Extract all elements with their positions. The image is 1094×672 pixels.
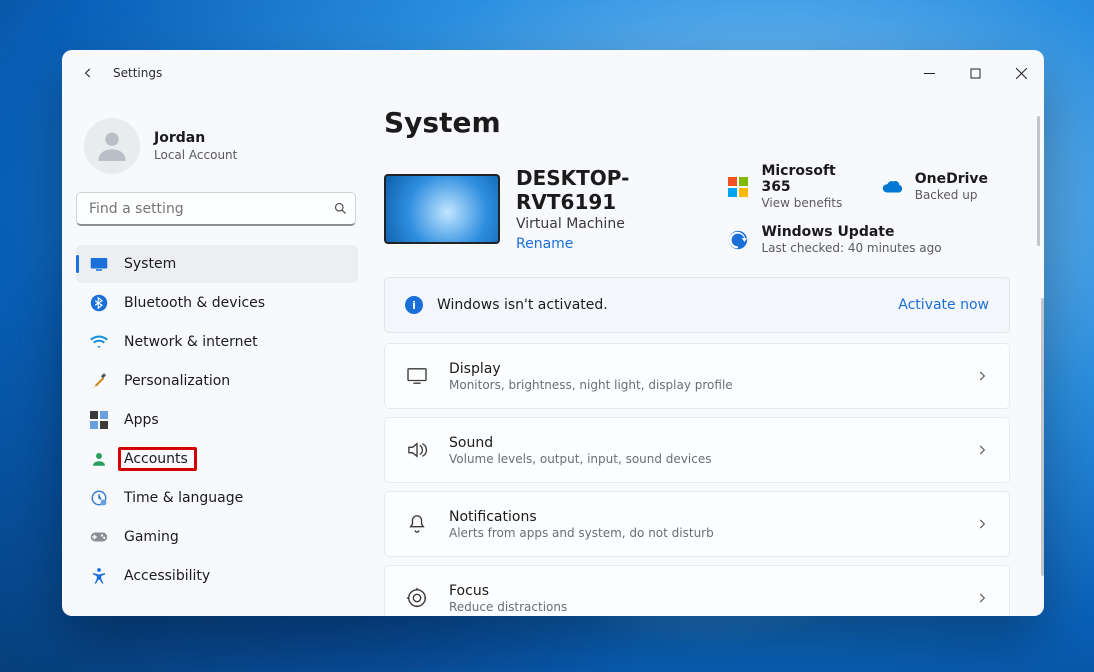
sidebar-item-network-internet[interactable]: Network & internet: [76, 323, 358, 361]
gamepad-icon: [90, 528, 108, 546]
tile-onedrive[interactable]: OneDrive Backed up: [881, 163, 1010, 210]
tile-windows-update[interactable]: Windows Update Last checked: 40 minutes …: [727, 224, 1010, 255]
sidebar-item-apps[interactable]: Apps: [76, 401, 358, 439]
search-input[interactable]: [76, 192, 356, 226]
microsoft365-icon: [727, 176, 749, 198]
onedrive-icon: [881, 176, 903, 198]
tile-subtitle: Last checked: 40 minutes ago: [761, 241, 941, 255]
sidebar-item-accounts[interactable]: Accounts: [76, 440, 358, 478]
rename-link[interactable]: Rename: [516, 236, 711, 252]
sidebar-item-time-language[interactable]: Time & language: [76, 479, 358, 517]
back-button[interactable]: [80, 65, 96, 81]
device-name: DESKTOP-RVT6191: [516, 166, 711, 214]
sidebar-item-label: Bluetooth & devices: [124, 295, 265, 311]
main-panel: System DESKTOP-RVT6191 Virtual Machine R…: [370, 96, 1044, 616]
wifi-icon: [90, 333, 108, 351]
card-title: Notifications: [449, 509, 714, 525]
card-title: Focus: [449, 583, 567, 599]
sidebar-item-label: Gaming: [124, 529, 179, 545]
tile-title: OneDrive: [915, 171, 988, 187]
sidebar-item-accessibility[interactable]: Accessibility: [76, 557, 358, 595]
tile-subtitle: Backed up: [915, 188, 988, 202]
windows-update-icon: [727, 229, 749, 251]
sound-icon: [405, 438, 429, 462]
user-row[interactable]: Jordan Local Account: [76, 110, 370, 192]
user-subtitle: Local Account: [154, 148, 237, 162]
brush-icon: [90, 372, 108, 390]
main-scrollbar[interactable]: [1037, 116, 1040, 246]
tile-subtitle: View benefits: [761, 196, 856, 210]
tile-microsoft365[interactable]: Microsoft 365 View benefits: [727, 163, 856, 210]
avatar: [84, 118, 140, 174]
monitor-icon: [90, 255, 108, 273]
bell-icon: [405, 512, 429, 536]
titlebar: Settings: [62, 50, 1044, 96]
chevron-right-icon: [975, 369, 989, 383]
card-title: Display: [449, 361, 733, 377]
user-name: Jordan: [154, 130, 237, 146]
sidebar-item-bluetooth-devices[interactable]: Bluetooth & devices: [76, 284, 358, 322]
activation-banner: i Windows isn't activated. Activate now: [384, 277, 1010, 333]
chevron-right-icon: [975, 517, 989, 531]
device-type: Virtual Machine: [516, 216, 711, 232]
window-controls: [906, 56, 1044, 90]
sidebar-item-label: Accounts: [124, 451, 188, 467]
card-notifications[interactable]: Notifications Alerts from apps and syste…: [384, 491, 1010, 557]
minimize-button[interactable]: [906, 56, 952, 90]
sidebar-item-label: Accessibility: [124, 568, 210, 584]
sidebar-item-personalization[interactable]: Personalization: [76, 362, 358, 400]
nav-list: System Bluetooth & devices Network & inter…: [76, 244, 370, 596]
maximize-button[interactable]: [952, 56, 998, 90]
sidebar-item-label: System: [124, 256, 176, 272]
settings-window: Settings Jordan Local Acco: [62, 50, 1044, 616]
page-title: System: [384, 106, 1010, 139]
card-subtitle: Alerts from apps and system, do not dist…: [449, 526, 714, 540]
sidebar-item-label: Network & internet: [124, 334, 258, 350]
card-subtitle: Volume levels, output, input, sound devi…: [449, 452, 711, 466]
sidebar-item-label: Apps: [124, 412, 159, 428]
bluetooth-icon: [90, 294, 108, 312]
sidebar-item-gaming[interactable]: Gaming: [76, 518, 358, 556]
tile-title: Microsoft 365: [761, 163, 856, 195]
info-icon: i: [405, 296, 423, 314]
card-sound[interactable]: Sound Volume levels, output, input, soun…: [384, 417, 1010, 483]
clock-icon: [90, 489, 108, 507]
banner-text: Windows isn't activated.: [437, 297, 608, 313]
card-focus[interactable]: Focus Reduce distractions: [384, 565, 1010, 616]
focus-icon: [405, 586, 429, 610]
accessibility-icon: [90, 567, 108, 585]
card-display[interactable]: Display Monitors, brightness, night ligh…: [384, 343, 1010, 409]
person-icon: [90, 450, 108, 468]
chevron-right-icon: [975, 443, 989, 457]
window-title: Settings: [113, 66, 162, 80]
close-button[interactable]: [998, 56, 1044, 90]
card-title: Sound: [449, 435, 711, 451]
sidebar: Jordan Local Account System Bluetooth & d…: [62, 96, 370, 616]
sidebar-item-system[interactable]: System: [76, 245, 358, 283]
sidebar-item-label: Personalization: [124, 373, 230, 389]
display-icon: [405, 364, 429, 388]
chevron-right-icon: [975, 591, 989, 605]
card-subtitle: Monitors, brightness, night light, displ…: [449, 378, 733, 392]
sidebar-item-label: Time & language: [124, 490, 243, 506]
card-subtitle: Reduce distractions: [449, 600, 567, 614]
apps-icon: [90, 411, 108, 429]
device-thumbnail: [384, 174, 500, 244]
tile-title: Windows Update: [761, 224, 941, 240]
activate-link[interactable]: Activate now: [898, 297, 989, 313]
